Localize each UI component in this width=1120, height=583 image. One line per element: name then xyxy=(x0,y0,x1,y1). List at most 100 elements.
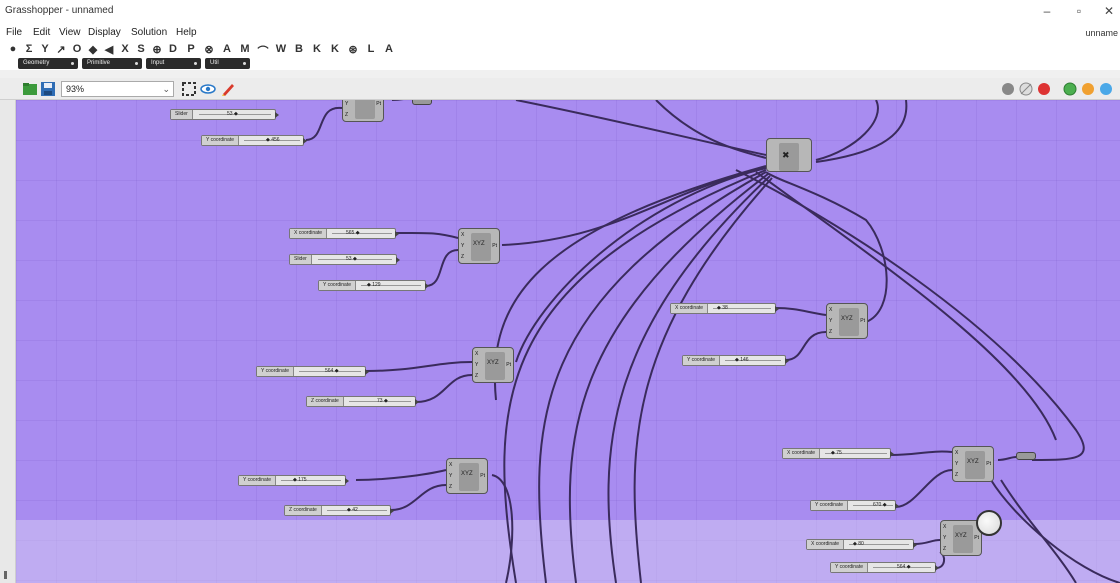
surface-icon[interactable]: ◆ xyxy=(86,43,100,56)
wire-top-e[interactable] xyxy=(815,100,908,163)
save-icon[interactable] xyxy=(40,81,56,97)
output-pt[interactable]: Pt xyxy=(506,362,511,368)
plugin-gear-icon[interactable]: ⊗ xyxy=(202,43,216,56)
plugin-gear2-icon[interactable]: ⊛ xyxy=(346,43,360,56)
wire-y2[interactable] xyxy=(365,361,473,372)
plugin-d-icon[interactable]: D xyxy=(166,43,180,55)
slider-c[interactable]: X coordinate 565 ◆ xyxy=(289,228,399,239)
slider-g[interactable]: Z coordinate 73 ◆ xyxy=(306,396,419,407)
plugin-m-icon[interactable]: M xyxy=(238,43,252,55)
slider-grip-icon[interactable] xyxy=(895,503,899,509)
input-z[interactable]: Z xyxy=(345,112,348,118)
zoom-dropdown[interactable]: 93% ⌄ xyxy=(61,81,174,97)
slider-grip-icon[interactable] xyxy=(935,565,939,571)
construct-point-4[interactable]: X Y Z XYZ Pt xyxy=(446,458,488,494)
sets-icon[interactable]: Y xyxy=(38,43,52,55)
slider-k[interactable]: Z coordinate ◆ 42 xyxy=(284,505,394,516)
input-z[interactable]: Z xyxy=(449,484,452,490)
wire-x6[interactable] xyxy=(913,539,941,545)
minimize-button[interactable]: – xyxy=(1036,3,1058,19)
slider-a[interactable]: Slider 53 ◆ xyxy=(170,109,279,120)
slider-grip-icon[interactable] xyxy=(775,306,779,312)
plugin-l-icon[interactable]: L xyxy=(364,43,378,55)
input-x[interactable]: X xyxy=(461,232,464,238)
output-pt[interactable]: Pt xyxy=(986,461,991,467)
slider-grip-icon[interactable] xyxy=(396,257,400,263)
wire-y1[interactable] xyxy=(425,249,459,287)
tab-input[interactable]: Input xyxy=(146,58,201,69)
close-button[interactable]: ✕ xyxy=(1098,3,1120,19)
wire-top-c[interactable] xyxy=(655,100,767,159)
wire-y5[interactable] xyxy=(355,469,447,481)
display-icon[interactable]: ⊕ xyxy=(150,43,164,56)
slider-grip-icon[interactable] xyxy=(415,399,419,405)
slider-e[interactable]: Y coordinate ◆ 129 xyxy=(318,280,429,291)
mesh-icon[interactable]: ◀ xyxy=(102,43,116,56)
slider-b[interactable]: Y coordinate ◆ 456 xyxy=(201,135,307,146)
maximize-button[interactable]: ▫ xyxy=(1068,3,1090,19)
input-y[interactable]: Y xyxy=(449,473,452,479)
input-x[interactable]: X xyxy=(829,307,832,313)
input-x[interactable]: X xyxy=(943,524,946,530)
preview-eye-icon[interactable] xyxy=(200,81,216,97)
wire-x1[interactable] xyxy=(395,231,459,239)
slider-i[interactable]: Y coordinate ◆ 146 xyxy=(682,355,789,366)
wire-y3[interactable] xyxy=(785,331,827,361)
slider-f[interactable]: Y coordinate 564 ◆ xyxy=(256,366,369,377)
plugin-w-icon[interactable]: W xyxy=(274,43,288,55)
params-icon[interactable]: ● xyxy=(6,43,20,55)
wire-x4[interactable] xyxy=(890,450,953,456)
wire-slider-a[interactable] xyxy=(305,106,343,141)
plugin-a2-icon[interactable]: A xyxy=(382,43,396,55)
input-y[interactable]: Y xyxy=(345,101,348,107)
wire-right-b[interactable] xyxy=(755,171,1057,441)
tab-util[interactable]: Util xyxy=(205,58,250,69)
slider-grip-icon[interactable] xyxy=(913,542,917,548)
input-x[interactable]: X xyxy=(955,450,958,456)
slider-grip-icon[interactable] xyxy=(395,231,399,237)
tab-primitive[interactable]: Primitive xyxy=(82,58,142,69)
preview-selected-icon[interactable] xyxy=(1062,81,1078,97)
plugin-p-icon[interactable]: P xyxy=(184,43,198,55)
slider-o[interactable]: Y coordinate 564 ◆ xyxy=(830,562,939,573)
wire-right-loop[interactable] xyxy=(735,169,1085,461)
input-y[interactable]: Y xyxy=(829,318,832,324)
wire-pt2-out[interactable] xyxy=(515,167,767,363)
input-z[interactable]: Z xyxy=(943,546,946,552)
wire-long-c[interactable] xyxy=(538,171,767,583)
menu-help[interactable]: Help xyxy=(176,27,197,38)
construct-point-2[interactable]: X Y Z XYZ Pt xyxy=(472,347,514,383)
maths-icon[interactable]: Σ xyxy=(22,43,36,55)
plugin-k2-icon[interactable]: K xyxy=(328,43,342,55)
slider-m[interactable]: Y coordinate 670 ◆ xyxy=(810,500,899,511)
wire-z5[interactable] xyxy=(390,484,447,511)
slider-grip-icon[interactable] xyxy=(890,451,894,457)
preview-off-icon[interactable] xyxy=(1000,81,1016,97)
input-z[interactable]: Z xyxy=(955,472,958,478)
input-y[interactable]: Y xyxy=(475,362,478,368)
transform-icon[interactable]: S xyxy=(134,43,148,55)
wire-right-d[interactable] xyxy=(1000,479,1077,583)
output-pt[interactable]: Pt xyxy=(974,535,979,541)
slider-j[interactable]: Y coordinate ◆ 175 xyxy=(238,475,349,486)
plugin-a-icon[interactable]: A xyxy=(220,43,234,55)
preview-wire-icon[interactable] xyxy=(1018,81,1034,97)
open-file-icon[interactable] xyxy=(22,81,38,97)
slider-h[interactable]: X coordinate ◆ 38 xyxy=(670,303,779,314)
wire-z2[interactable] xyxy=(415,374,473,403)
output-pt[interactable]: Pt xyxy=(492,243,497,249)
slider-n[interactable]: X coordinate ◆ 80 xyxy=(806,539,917,550)
construct-point-top[interactable]: Y Z Pt xyxy=(342,100,384,122)
input-z[interactable]: Z xyxy=(461,254,464,260)
input-y[interactable]: Y xyxy=(461,243,464,249)
sketch-pen-icon[interactable] xyxy=(220,81,236,97)
output-pt[interactable]: Pt xyxy=(480,473,485,479)
menu-view[interactable]: View xyxy=(59,27,81,38)
input-y[interactable]: Y xyxy=(955,461,958,467)
input-y[interactable]: Y xyxy=(943,535,946,541)
slider-grip-icon[interactable] xyxy=(275,112,279,118)
slider-grip-icon[interactable] xyxy=(303,138,307,144)
slider-grip-icon[interactable] xyxy=(785,358,789,364)
input-x[interactable]: X xyxy=(449,462,452,468)
input-z[interactable]: Z xyxy=(475,373,478,379)
